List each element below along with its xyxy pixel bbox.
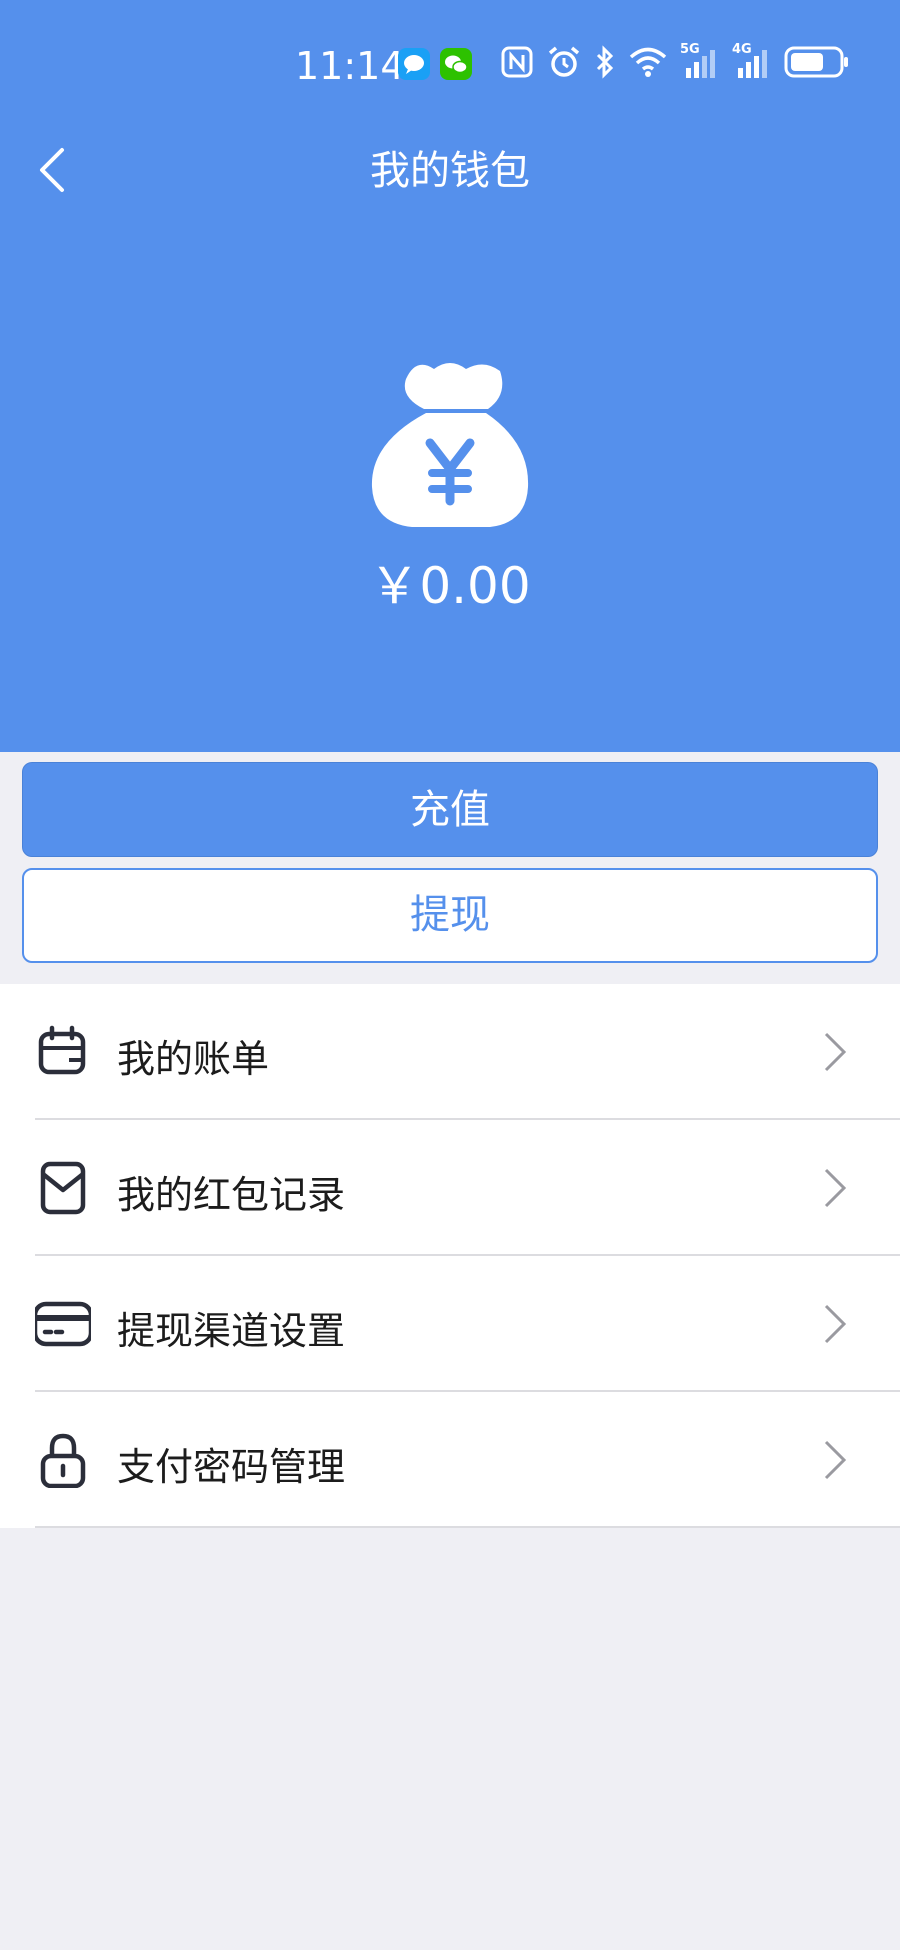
bluetooth-icon bbox=[596, 45, 614, 79]
menu-item-red-envelope-records[interactable]: 我的红包记录 bbox=[35, 1120, 900, 1256]
calendar-icon bbox=[38, 1025, 86, 1075]
battery-icon bbox=[784, 46, 848, 78]
menu-item-label: 我的红包记录 bbox=[117, 1173, 346, 1217]
nfc-icon bbox=[501, 46, 533, 78]
signal-5g-icon: 5G bbox=[680, 42, 720, 80]
message-app-icon bbox=[398, 48, 430, 80]
lock-icon bbox=[40, 1433, 86, 1488]
chevron-right-icon bbox=[824, 1032, 847, 1072]
wifi-icon bbox=[629, 47, 667, 77]
withdraw-button[interactable]: 提现 bbox=[22, 868, 878, 963]
money-bag-icon bbox=[371, 363, 529, 527]
page-title: 我的钱包 bbox=[370, 148, 530, 194]
menu-item-label: 提现渠道设置 bbox=[117, 1309, 346, 1353]
wallet-header: 11:14 5G 4G 我的钱包 ￥0.00 bbox=[0, 0, 900, 752]
chevron-right-icon bbox=[824, 1304, 847, 1344]
chevron-right-icon bbox=[824, 1440, 847, 1480]
chevron-right-icon bbox=[824, 1168, 847, 1208]
menu-item-label: 支付密码管理 bbox=[117, 1445, 346, 1489]
wallet-menu: 我的账单 我的红包记录 提现渠道设置 支付密码管理 bbox=[0, 984, 900, 1528]
signal-4g-icon: 4G bbox=[732, 42, 772, 80]
wechat-icon bbox=[440, 48, 472, 80]
balance-amount: ￥0.00 bbox=[369, 557, 531, 615]
menu-item-label: 我的账单 bbox=[117, 1037, 270, 1081]
bank-card-icon bbox=[35, 1301, 91, 1347]
menu-item-bills[interactable]: 我的账单 bbox=[35, 984, 900, 1120]
red-envelope-icon bbox=[40, 1161, 86, 1215]
status-time: 11:14 bbox=[295, 44, 405, 88]
menu-item-payment-password[interactable]: 支付密码管理 bbox=[35, 1392, 900, 1528]
menu-item-withdraw-channel-settings[interactable]: 提现渠道设置 bbox=[35, 1256, 900, 1392]
status-icons: 5G 4G bbox=[500, 42, 850, 82]
alarm-icon bbox=[548, 46, 580, 77]
recharge-button[interactable]: 充值 bbox=[22, 762, 878, 857]
